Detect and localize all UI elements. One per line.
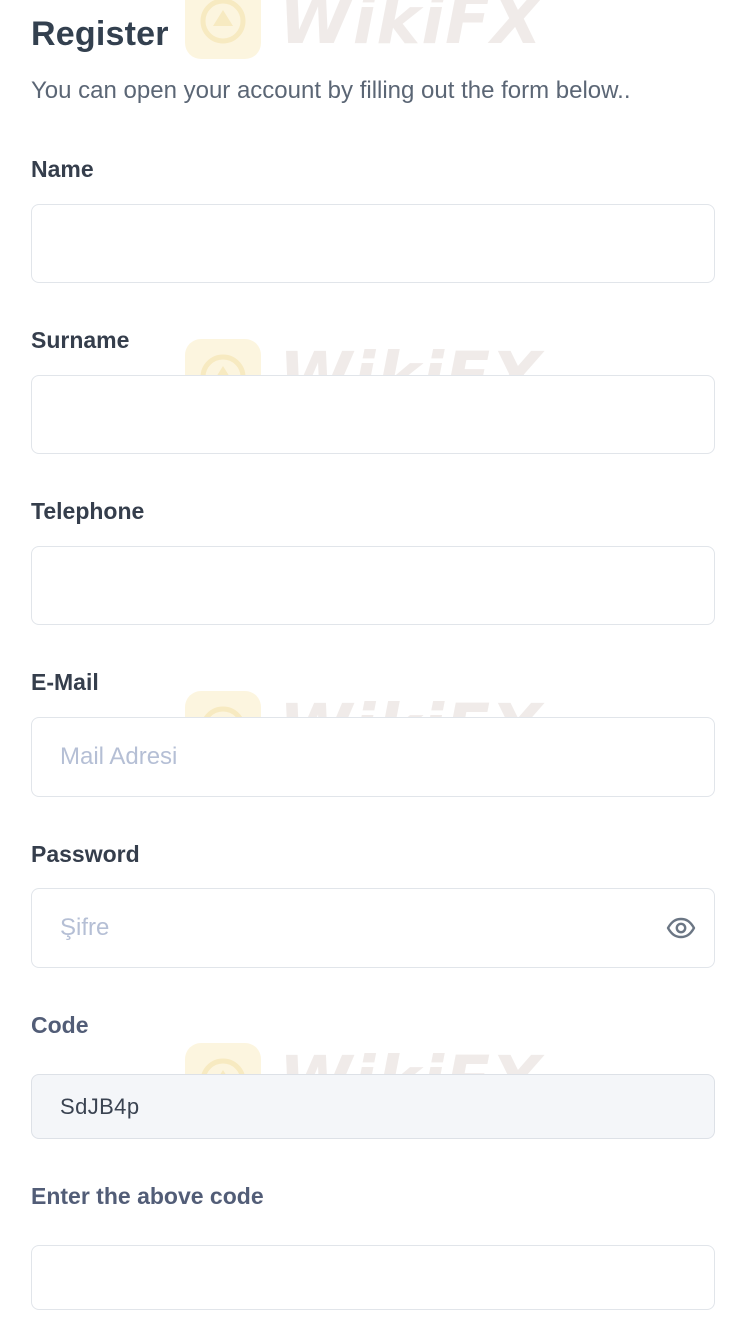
surname-label: Surname [31, 327, 130, 353]
telephone-label: Telephone [31, 498, 145, 524]
surname-field-wrapper [31, 375, 715, 454]
password-label: Password [31, 841, 140, 867]
password-field-wrapper [31, 888, 715, 968]
email-label: E-Mail [31, 669, 99, 695]
page-title: Register [31, 15, 169, 53]
enter-code-field-wrapper [31, 1245, 715, 1310]
password-input[interactable] [32, 889, 714, 967]
code-label: Code [31, 1012, 89, 1038]
enter-code-label: Enter the above code [31, 1183, 264, 1209]
page-subtitle: You can open your account by filling out… [31, 77, 631, 104]
code-display: SdJB4p [31, 1074, 715, 1139]
watermark: WikiFX [185, 0, 543, 59]
email-field-wrapper [31, 717, 715, 797]
surname-input[interactable] [32, 376, 714, 453]
name-field-wrapper [31, 204, 715, 283]
name-label: Name [31, 156, 94, 182]
watermark-text: WikiFX [279, 0, 543, 59]
telephone-input[interactable] [32, 547, 714, 624]
captcha-code: SdJB4p [60, 1093, 140, 1119]
telephone-field-wrapper [31, 546, 715, 625]
email-input[interactable] [32, 718, 714, 796]
name-input[interactable] [32, 205, 714, 282]
enter-code-input[interactable] [32, 1246, 714, 1309]
watermark-logo-icon [185, 0, 261, 59]
eye-icon[interactable] [666, 916, 696, 940]
